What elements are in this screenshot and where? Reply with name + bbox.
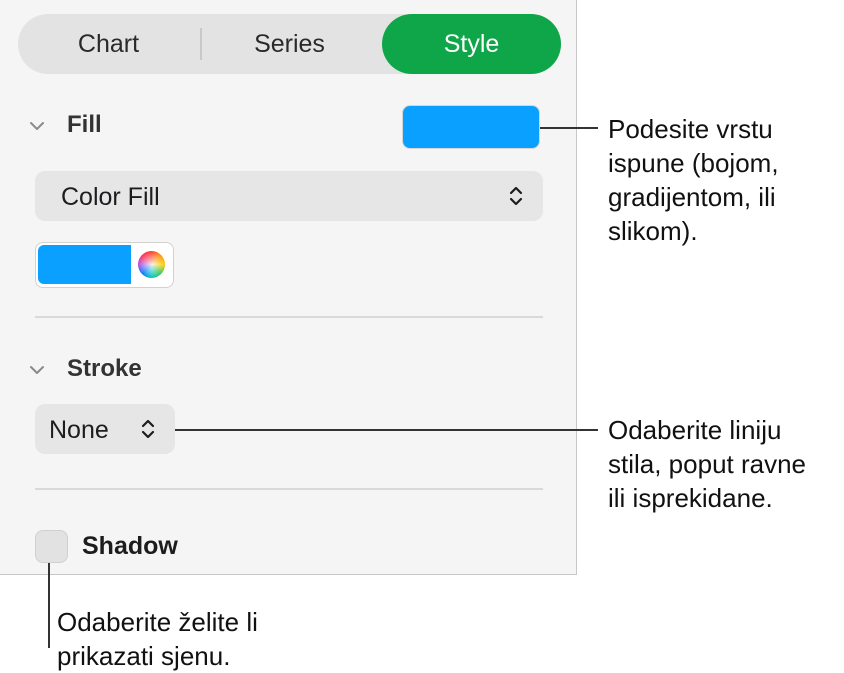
stroke-callout-line — [175, 429, 598, 431]
format-sidebar: Chart Series Style Fill Color Fill Strok… — [0, 0, 577, 575]
stroke-section-title[interactable]: Stroke — [67, 355, 142, 383]
callout-line-text: Podesite vrstu — [608, 114, 773, 144]
color-wheel-icon[interactable] — [138, 251, 165, 278]
fill-type-value: Color Fill — [61, 183, 160, 211]
fill-type-popup[interactable]: Color Fill — [35, 171, 543, 221]
fill-section-title[interactable]: Fill — [67, 111, 102, 139]
segmented-tab-control: Chart Series Style — [18, 14, 561, 74]
fill-callout: Podesite vrstu ispune (bojom, gradijento… — [608, 112, 779, 248]
fill-callout-line — [540, 127, 598, 129]
shadow-label[interactable]: Shadow — [82, 532, 178, 561]
callout-line-text: gradijentom, ili — [608, 182, 776, 212]
callout-line-text: ispune (bojom, — [608, 148, 779, 178]
callout-line-text: ili isprekidane. — [608, 483, 773, 513]
stroke-type-value: None — [49, 416, 109, 444]
stroke-callout: Odaberite liniju stila, poput ravne ili … — [608, 413, 806, 515]
callout-line-text: prikazati sjenu. — [57, 641, 231, 671]
stroke-type-popup[interactable]: None — [35, 404, 175, 454]
shadow-callout-line — [48, 563, 50, 648]
color-well-swatch[interactable] — [38, 245, 131, 284]
fill-color-swatch[interactable] — [402, 105, 540, 149]
chevron-down-icon[interactable] — [29, 365, 45, 375]
tab-style[interactable]: Style — [382, 14, 561, 74]
section-divider — [35, 316, 543, 318]
section-divider — [35, 488, 543, 490]
updown-arrows-icon — [141, 419, 155, 439]
tab-series[interactable]: Series — [199, 14, 380, 74]
shadow-checkbox[interactable] — [35, 530, 68, 563]
callout-line-text: slikom). — [608, 216, 698, 246]
callout-line-text: Odaberite želite li — [57, 607, 258, 637]
shadow-callout: Odaberite želite li prikazati sjenu. — [57, 605, 258, 673]
callout-line-text: Odaberite liniju — [608, 415, 782, 445]
callout-line-text: stila, poput ravne — [608, 449, 807, 479]
tab-chart[interactable]: Chart — [18, 14, 199, 74]
chevron-down-icon[interactable] — [29, 121, 45, 131]
updown-arrows-icon — [509, 186, 523, 206]
